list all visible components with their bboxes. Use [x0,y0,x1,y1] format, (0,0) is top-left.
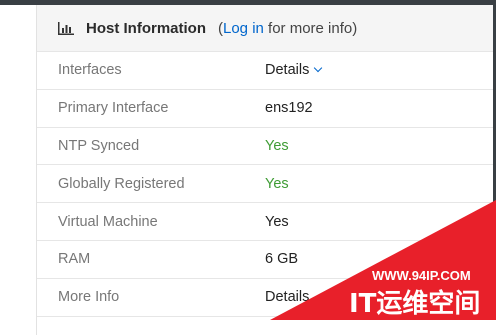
status-value: Yes [265,175,289,192]
row-value: Yes [265,213,289,230]
info-row-ram: RAM 6 GB [37,241,493,279]
row-value: 6 GB [265,251,299,268]
info-row-virtual-machine: Virtual Machine Yes [37,203,493,241]
row-label: Globally Registered [58,175,185,192]
status-value: Yes [265,137,289,154]
bar-chart-icon [58,21,74,35]
info-row-globally-registered: Globally Registered Yes [37,165,493,204]
info-row-more-info: More Info Details [37,279,493,317]
row-label: RAM [58,251,91,268]
login-link[interactable]: Log in [223,20,264,37]
login-note-rest: for more info) [263,19,358,37]
info-row-interfaces: Interfaces Details [37,52,493,90]
host-information-panel: Host Information (Log in for more info) … [36,5,493,335]
row-label: Virtual Machine [58,213,158,230]
panel-header: Host Information (Log in for more info) [37,5,493,52]
chevron-down-icon [314,64,323,73]
row-label: More Info [58,289,120,306]
panel-title: Host Information [86,19,206,37]
row-label: NTP Synced [58,137,140,154]
row-value: ens192 [265,100,313,117]
row-label: Interfaces [58,62,122,79]
info-row-primary-interface: Primary Interface ens192 [37,90,493,128]
more-info-details-link[interactable]: Details [265,289,309,305]
interfaces-details-link[interactable]: Details [265,62,323,79]
login-note: (Log in for more info) [218,20,357,37]
info-row-ntp-synced: NTP Synced Yes [37,128,493,166]
details-link-label: Details [265,62,310,79]
row-label: Primary Interface [58,100,169,117]
